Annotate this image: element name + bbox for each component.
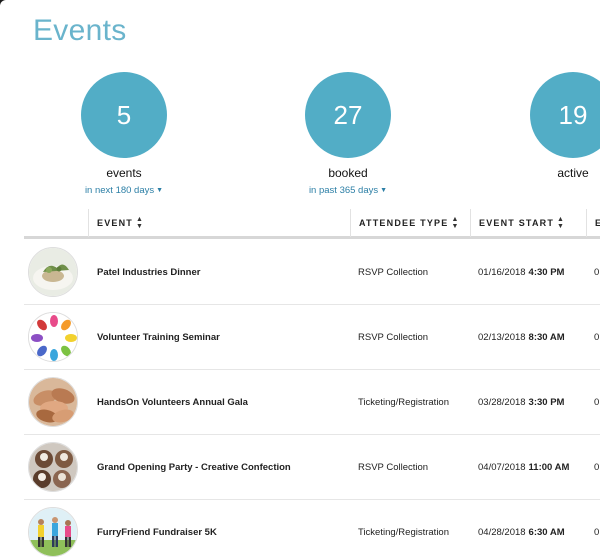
- events-table-header: EVENT ▲ ▼ ATTENDEE TYPE ▲ ▼ EVENT START ▲ ▼…: [24, 209, 600, 239]
- event-start-time: 6:30 AM: [528, 527, 565, 538]
- sort-icon: ▲ ▼: [451, 216, 459, 230]
- caret-down-icon: ▼: [380, 187, 388, 194]
- event-start-time: 3:30 PM: [528, 397, 565, 408]
- column-header-event-start-label: EVENT START: [479, 218, 555, 228]
- caret-down-icon: ▼: [156, 187, 164, 194]
- event-name[interactable]: HandsOn Volunteers Annual Gala: [97, 370, 248, 435]
- table-row[interactable]: Patel Industries Dinner RSVP Collection …: [24, 240, 600, 305]
- event-name[interactable]: Patel Industries Dinner: [97, 240, 200, 305]
- event-thumbnail-runners-image: [28, 507, 78, 557]
- events-panel: Events 5 events in next 180 days ▼ 27 bo…: [0, 0, 600, 560]
- table-row[interactable]: Volunteer Training Seminar RSVP Collecti…: [24, 305, 600, 370]
- stat-events-range-dropdown[interactable]: in next 180 days ▼: [85, 185, 163, 196]
- event-start: 04/07/2018 11:00 AM: [478, 435, 569, 500]
- attendee-type: RSVP Collection: [358, 462, 429, 473]
- column-header-extra[interactable]: E: [586, 209, 600, 237]
- event-thumbnail-dinner-image: [28, 247, 78, 297]
- event-start-date: 03/28/2018: [478, 397, 526, 408]
- stat-events-count: 5: [81, 72, 167, 158]
- event-name[interactable]: FurryFriend Fundraiser 5K: [97, 500, 217, 560]
- event-name[interactable]: Volunteer Training Seminar: [97, 305, 220, 370]
- extra-value: 0: [594, 462, 600, 473]
- attendee-type: RSVP Collection: [358, 332, 429, 343]
- stat-events-label: events: [106, 166, 142, 180]
- stat-active-count: 19: [530, 72, 600, 158]
- event-start-time: 11:00 AM: [528, 462, 570, 473]
- page-title: Events: [33, 14, 127, 47]
- column-header-attendee-type[interactable]: ATTENDEE TYPE ▲ ▼: [350, 209, 458, 237]
- sort-icon: ▲ ▼: [557, 216, 564, 230]
- event-thumbnail-hands-image: [28, 312, 78, 362]
- stat-events: 5 events in next 180 days ▼: [49, 72, 199, 198]
- column-header-extra-label: E: [595, 218, 600, 228]
- extra-value: 0: [594, 397, 600, 408]
- extra-value: 0: [594, 527, 600, 538]
- event-start-date: 04/28/2018: [478, 527, 526, 538]
- stat-booked-range-dropdown[interactable]: in past 365 days ▼: [309, 185, 387, 196]
- event-start: 01/16/2018 4:30 PM: [478, 240, 564, 305]
- event-thumbnail-gala-image: [28, 377, 78, 427]
- stat-booked-range-label: in past 365 days: [308, 185, 379, 196]
- stat-active-label: active: [557, 166, 589, 180]
- event-name[interactable]: Grand Opening Party - Creative Confectio…: [97, 435, 291, 500]
- stat-booked-count: 27: [305, 72, 391, 158]
- column-header-attendee-type-label: ATTENDEE TYPE: [359, 218, 449, 228]
- table-row[interactable]: FurryFriend Fundraiser 5K Ticketing/Regi…: [24, 500, 600, 560]
- stat-booked-label: booked: [328, 166, 368, 180]
- event-start-time: 8:30 AM: [528, 332, 565, 343]
- extra-value: 0: [594, 332, 600, 343]
- event-start-date: 01/16/2018: [478, 267, 526, 278]
- stat-active: 19 active: [498, 72, 600, 180]
- event-start-date: 04/07/2018: [478, 462, 526, 473]
- event-start: 03/28/2018 3:30 PM: [478, 370, 564, 435]
- table-row[interactable]: HandsOn Volunteers Annual Gala Ticketing…: [24, 370, 600, 435]
- event-start: 04/28/2018 6:30 AM: [478, 500, 565, 560]
- column-header-event[interactable]: EVENT ▲ ▼: [88, 209, 143, 237]
- event-start-date: 02/13/2018: [478, 332, 526, 343]
- stat-booked: 27 booked in past 365 days ▼: [273, 72, 423, 198]
- stat-events-range-label: in next 180 days: [84, 185, 155, 196]
- attendee-type: Ticketing/Registration: [358, 397, 449, 408]
- extra-value: 0: [594, 267, 600, 278]
- attendee-type: Ticketing/Registration: [358, 527, 449, 538]
- sort-icon: ▲ ▼: [136, 216, 143, 230]
- attendee-type: RSVP Collection: [358, 267, 429, 278]
- event-start: 02/13/2018 8:30 AM: [478, 305, 565, 370]
- column-header-event-start[interactable]: EVENT START ▲ ▼: [470, 209, 564, 237]
- column-header-event-label: EVENT: [97, 218, 134, 228]
- event-thumbnail-cupcakes-image: [28, 442, 78, 492]
- event-start-time: 4:30 PM: [528, 267, 565, 278]
- table-row[interactable]: Grand Opening Party - Creative Confectio…: [24, 435, 600, 500]
